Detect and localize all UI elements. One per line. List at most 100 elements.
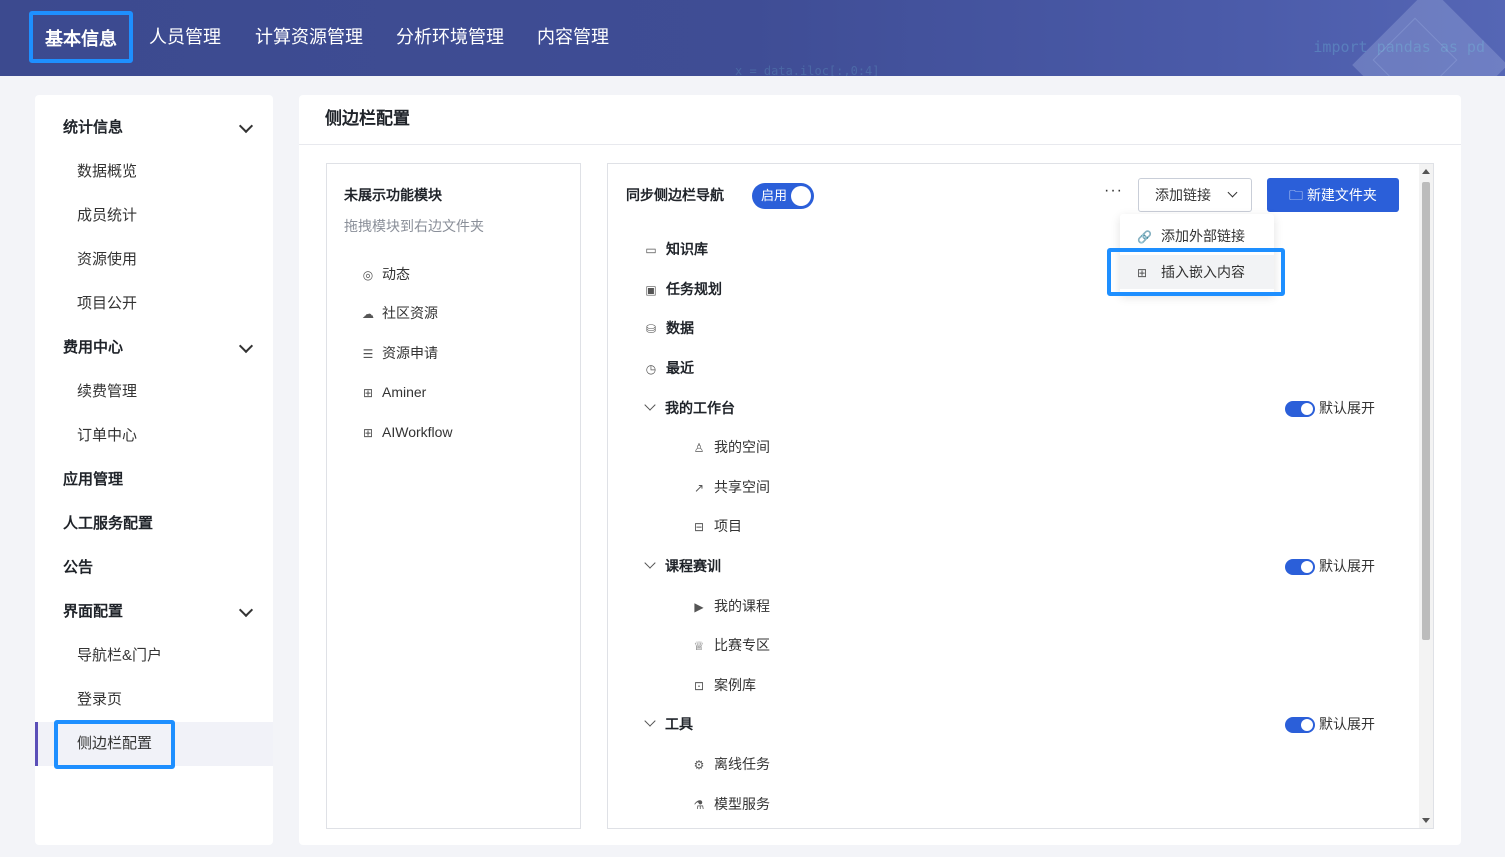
sync-toggle[interactable]: 启用 <box>752 183 814 209</box>
server-icon: ☰ <box>362 347 374 361</box>
nav-personnel[interactable]: 人员管理 <box>149 24 221 50</box>
scrollbar[interactable] <box>1419 164 1433 828</box>
highlight-box <box>1107 248 1285 296</box>
tree-item-data[interactable]: ⛁ 数据 <box>644 317 694 339</box>
module-item[interactable]: ☁ 社区资源 <box>361 302 438 324</box>
sidebar-group-stats[interactable]: 统计信息 <box>35 106 273 150</box>
chip-icon: ⚙ <box>693 758 705 772</box>
database-icon: ⛁ <box>645 322 657 336</box>
tree-label: 离线任务 <box>714 756 770 772</box>
default-expand-toggle[interactable] <box>1285 559 1315 575</box>
tree-item-task-plan[interactable]: ▣ 任务规划 <box>644 278 722 300</box>
user-icon: ♙ <box>693 441 705 455</box>
tree-label: 案例库 <box>714 677 756 693</box>
tree-item-shared-space[interactable]: ↗ 共享空间 <box>692 476 770 498</box>
tree-item-my-space[interactable]: ♙ 我的空间 <box>692 436 770 458</box>
folder-icon: ▭ <box>645 243 657 257</box>
grid-icon: ⊞ <box>362 426 374 440</box>
chevron-down-icon <box>644 557 656 569</box>
sidebar-group-label: 统计信息 <box>63 119 124 136</box>
page-title: 侧边栏配置 <box>325 109 410 128</box>
nav-basic-info[interactable]: 基本信息 <box>29 11 133 63</box>
sidebar-item-resource-usage[interactable]: 资源使用 <box>35 238 273 282</box>
tree-group-tools[interactable]: 工具 <box>644 713 693 735</box>
sidebar-item-project-public[interactable]: 项目公开 <box>35 282 273 326</box>
trophy-icon: ♕ <box>693 639 705 653</box>
task-icon: ▣ <box>645 283 657 297</box>
module-label: 社区资源 <box>382 305 438 321</box>
decorative-code-text: import pandas as pd <box>1313 38 1485 56</box>
module-item[interactable]: ⊞ Aminer <box>361 381 426 403</box>
module-label: AIWorkflow <box>382 424 453 440</box>
sidebar-item-app-management[interactable]: 应用管理 <box>35 458 273 502</box>
sidebar-group-ui-config[interactable]: 界面配置 <box>35 590 273 634</box>
tree-label: 知识库 <box>666 241 708 257</box>
divider <box>299 144 1461 145</box>
module-item[interactable]: ⊞ AIWorkflow <box>361 421 453 443</box>
chevron-down-icon <box>644 715 656 727</box>
scroll-down-arrow-icon[interactable] <box>1422 818 1430 823</box>
menu-item-label: 添加外部链接 <box>1161 228 1245 244</box>
default-expand-toggle[interactable] <box>1285 401 1315 417</box>
add-link-label: 添加链接 <box>1155 187 1211 203</box>
module-item[interactable]: ◎ 动态 <box>361 263 410 285</box>
scroll-thumb[interactable] <box>1422 182 1430 640</box>
sidebar-item-data-overview[interactable]: 数据概览 <box>35 150 273 194</box>
toggle-knob <box>791 186 811 206</box>
default-expand-label: 默认展开 <box>1319 716 1375 732</box>
library-icon: ⊡ <box>693 679 705 693</box>
sidebar-group-label: 界面配置 <box>63 603 124 620</box>
sidebar-item-login-page[interactable]: 登录页 <box>35 678 273 722</box>
module-item[interactable]: ☰ 资源申请 <box>361 342 438 364</box>
tree-group-label: 工具 <box>665 716 693 732</box>
sidebar-item-announcement[interactable]: 公告 <box>35 546 273 590</box>
sidebar-item-renewal[interactable]: 续费管理 <box>35 370 273 414</box>
tree-item-offline-tasks[interactable]: ⚙ 离线任务 <box>692 753 770 775</box>
chevron-down-icon <box>644 399 656 411</box>
grid-icon: ⊞ <box>362 386 374 400</box>
tree-group-label: 我的工作台 <box>665 400 735 416</box>
tree-group-workbench[interactable]: 我的工作台 <box>644 397 735 419</box>
tree-label: 我的课程 <box>714 598 770 614</box>
tree-label: 数据 <box>666 320 694 336</box>
tree-item-model-service[interactable]: ⚗ 模型服务 <box>692 793 770 815</box>
nav-compute-resources[interactable]: 计算资源管理 <box>255 24 363 50</box>
video-icon: ▶ <box>694 600 704 614</box>
decorative-code-text-2: x = data.iloc[:,0:4] <box>735 64 880 76</box>
highlight-box <box>54 720 175 769</box>
tree-item-knowledge[interactable]: ▭ 知识库 <box>644 238 708 260</box>
hidden-modules-title: 未展示功能模块 <box>344 187 442 203</box>
sidebar-group-billing[interactable]: 费用中心 <box>35 326 273 370</box>
sidebar-item-manual-service[interactable]: 人工服务配置 <box>35 502 273 546</box>
nav-analysis-env[interactable]: 分析环境管理 <box>396 24 504 50</box>
scroll-up-arrow-icon[interactable] <box>1422 169 1430 174</box>
module-label: Aminer <box>382 384 427 400</box>
default-expand-label: 默认展开 <box>1319 558 1375 574</box>
hidden-modules-hint: 拖拽模块到右边文件夹 <box>344 218 484 234</box>
sidebar-item-member-stats[interactable]: 成员统计 <box>35 194 273 238</box>
tree-group-label: 课程赛训 <box>665 558 721 574</box>
sidebar-item-navbar-portal[interactable]: 导航栏&门户 <box>35 634 273 678</box>
add-link-dropdown[interactable]: 添加链接 <box>1138 178 1252 212</box>
tree-label: 共享空间 <box>714 479 770 495</box>
module-label: 资源申请 <box>382 345 438 361</box>
nav-content[interactable]: 内容管理 <box>537 24 609 50</box>
new-folder-button[interactable]: 🗀 新建文件夹 <box>1267 178 1399 212</box>
tree-label: 任务规划 <box>666 281 722 297</box>
default-expand-toggle[interactable] <box>1285 717 1315 733</box>
main-panel: 侧边栏配置 未展示功能模块 拖拽模块到右边文件夹 ◎ 动态 ☁ 社区资源 ☰ 资源申请… <box>299 95 1461 845</box>
toggle-knob <box>1301 719 1313 731</box>
sidebar-item-orders[interactable]: 订单中心 <box>35 414 273 458</box>
tree-label: 比赛专区 <box>714 637 770 653</box>
tree-item-my-courses[interactable]: ▶ 我的课程 <box>692 595 770 617</box>
tree-item-competitions[interactable]: ♕ 比赛专区 <box>692 634 770 656</box>
more-icon[interactable]: ··· <box>1104 182 1123 200</box>
settings-sidebar: 统计信息 数据概览 成员统计 资源使用 项目公开 费用中心 续费管理 订单中心 … <box>35 95 273 845</box>
tree-item-project[interactable]: ⊟ 项目 <box>692 515 742 537</box>
chevron-down-icon <box>238 602 254 618</box>
tree-item-recent[interactable]: ◷ 最近 <box>644 357 694 379</box>
chevron-down-icon <box>238 338 254 354</box>
tree-group-courses[interactable]: 课程赛训 <box>644 555 721 577</box>
new-folder-label: 新建文件夹 <box>1306 187 1377 203</box>
tree-item-case-library[interactable]: ⊡ 案例库 <box>692 674 756 696</box>
